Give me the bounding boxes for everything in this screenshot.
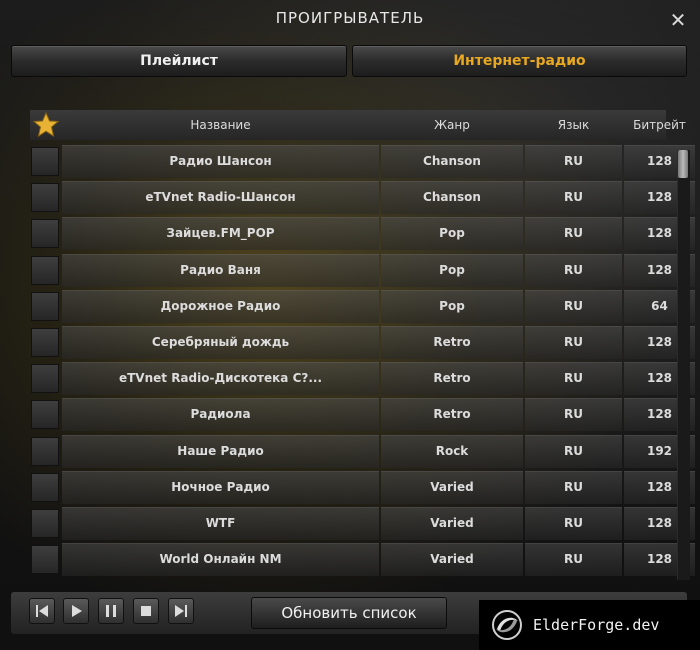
station-name: World Онлайн NM (62, 543, 379, 577)
favorite-checkbox[interactable] (31, 183, 59, 213)
station-language: RU (525, 398, 622, 432)
favorite-checkbox[interactable] (31, 472, 59, 502)
header-bitrate[interactable]: Битрейт (624, 110, 695, 140)
table-row[interactable]: Серебряный дождь Retro RU 128 (30, 326, 695, 359)
star-icon[interactable] (33, 112, 59, 138)
favorite-checkbox[interactable] (31, 219, 59, 249)
station-language: RU (525, 543, 622, 577)
skip-back-button[interactable] (29, 598, 55, 624)
station-genre: Pop (381, 289, 523, 323)
station-genre: Varied (381, 470, 523, 504)
station-name: Зайцев.FM_POP (62, 217, 379, 251)
station-genre: Pop (381, 217, 523, 251)
station-language: RU (525, 362, 622, 396)
table-row[interactable]: Ночное Радио Varied RU 128 (30, 470, 695, 504)
tab-playlist[interactable]: Плейлист (11, 45, 347, 77)
favorite-checkbox[interactable] (31, 328, 59, 357)
favorite-checkbox[interactable] (31, 291, 59, 321)
refresh-list-button[interactable]: Обновить список (251, 597, 447, 629)
pause-button[interactable] (98, 598, 124, 624)
station-name: Радиола (62, 398, 379, 432)
tab-internet-radio[interactable]: Интернет-радио (352, 45, 687, 77)
skip-forward-button[interactable] (168, 598, 194, 624)
header-genre[interactable]: Жанр (381, 110, 523, 140)
table-row[interactable]: Радио Шансон Chanson RU 128 (30, 145, 695, 178)
station-language: RU (525, 181, 622, 215)
station-language: RU (525, 434, 622, 468)
table-row[interactable]: Зайцев.FM_POP Pop RU 128 (30, 217, 695, 251)
close-icon[interactable]: ✕ (666, 8, 690, 32)
station-name: Серебряный дождь (62, 326, 379, 359)
watermark: ElderForge.dev (479, 600, 700, 650)
header-language[interactable]: Язык (525, 110, 622, 140)
elderforge-logo-icon (492, 610, 522, 640)
station-genre: Retro (381, 362, 523, 396)
station-genre: Varied (381, 543, 523, 577)
header-name[interactable]: Название (62, 110, 379, 140)
pause-icon (106, 605, 116, 617)
station-name: Дорожное Радио (62, 289, 379, 323)
station-name: eTVnet Radio-Дискотека С?... (62, 362, 379, 396)
skip-forward-icon (175, 605, 187, 617)
station-name: eTVnet Radio-Шансон (62, 181, 379, 215)
station-genre: Pop (381, 253, 523, 287)
station-language: RU (525, 253, 622, 287)
station-language: RU (525, 289, 622, 323)
table-row[interactable]: Радиола Retro RU 128 (30, 398, 695, 432)
table-header: Название Жанр Язык Битрейт (30, 110, 686, 140)
table-row[interactable]: eTVnet Radio-Шансон Chanson RU 128 (30, 181, 695, 215)
station-genre: Retro (381, 398, 523, 432)
station-genre: Varied (381, 507, 523, 540)
station-name: WTF (62, 507, 379, 540)
table-row[interactable]: eTVnet Radio-Дискотека С?... Retro RU 128 (30, 362, 695, 396)
station-language: RU (525, 145, 622, 178)
station-genre: Chanson (381, 181, 523, 215)
table-row[interactable]: WTF Varied RU 128 (30, 507, 695, 540)
station-name: Радио Шансон (62, 145, 379, 178)
favorite-checkbox[interactable] (31, 436, 59, 466)
play-icon (72, 605, 82, 617)
table-row[interactable]: Радио Ваня Pop RU 128 (30, 253, 695, 287)
station-language: RU (525, 217, 622, 251)
table-row[interactable]: World Онлайн NM Varied RU 128 (30, 543, 695, 577)
station-genre: Rock (381, 434, 523, 468)
station-genre: Chanson (381, 145, 523, 178)
watermark-text: ElderForge.dev (533, 616, 660, 634)
station-genre: Retro (381, 326, 523, 359)
station-name: Ночное Радио (62, 470, 379, 504)
favorite-checkbox[interactable] (31, 400, 59, 430)
station-name: Радио Ваня (62, 253, 379, 287)
window-title: ПРОИГРЫВАТЕЛЬ (275, 9, 425, 27)
favorite-checkbox[interactable] (31, 364, 59, 394)
play-button[interactable] (63, 598, 89, 624)
favorite-checkbox[interactable] (31, 509, 59, 538)
table-row[interactable]: Наше Радио Rock RU 192 (30, 434, 695, 468)
skip-back-icon (36, 605, 48, 617)
scrollbar-thumb[interactable] (678, 150, 688, 178)
station-language: RU (525, 470, 622, 504)
stop-icon (141, 606, 151, 616)
station-language: RU (525, 507, 622, 540)
stop-button[interactable] (133, 598, 159, 624)
favorite-checkbox[interactable] (31, 255, 59, 285)
station-name: Наше Радио (62, 434, 379, 468)
favorite-checkbox[interactable] (31, 147, 59, 176)
scrollbar-track[interactable] (677, 150, 690, 580)
station-language: RU (525, 326, 622, 359)
table-row[interactable]: Дорожное Радио Pop RU 64 (30, 289, 695, 323)
favorite-checkbox[interactable] (31, 545, 59, 575)
